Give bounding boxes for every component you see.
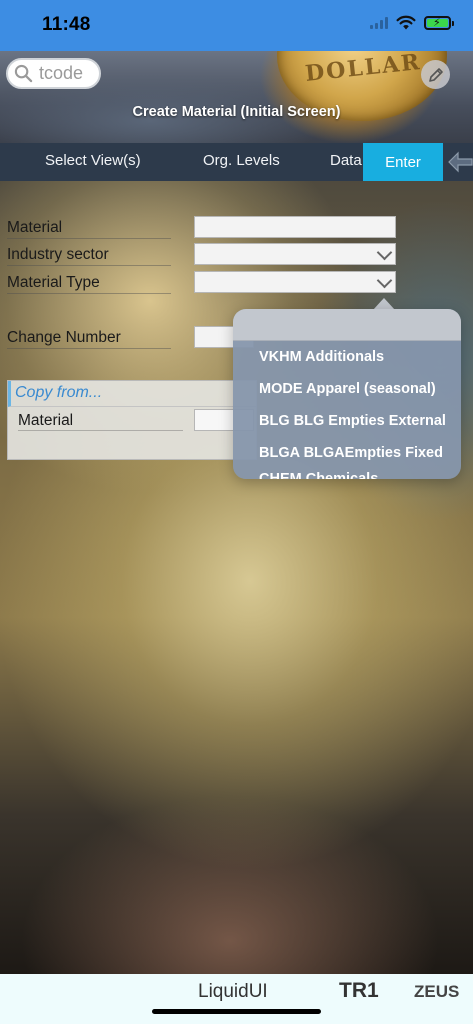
dropdown-header (233, 309, 461, 341)
dropdown-item[interactable]: VKHM Additionals (233, 341, 461, 373)
dropdown-item[interactable]: BLGA BLGAEmpties Fixed (233, 437, 461, 469)
status-time: 11:48 (42, 14, 91, 35)
tcode-input[interactable] (39, 63, 97, 84)
footer-bar: LiquidUI TR1 ZEUS (0, 974, 473, 1024)
copy-from-title: Copy from... (8, 381, 256, 407)
material-type-dropdown[interactable]: VKHM Additionals MODE Apparel (seasonal)… (233, 309, 461, 479)
dropdown-item[interactable]: MODE Apparel (seasonal) (233, 373, 461, 405)
header-banner: DOLLAR Create Material (Initial Screen) (0, 51, 473, 143)
pencil-icon (428, 67, 443, 82)
home-indicator[interactable] (152, 1009, 321, 1014)
footer-app-name: LiquidUI (198, 981, 268, 1002)
status-icons: ⚡ (370, 15, 454, 30)
page-title: Create Material (Initial Screen) (132, 104, 341, 120)
back-arrow-icon[interactable] (446, 151, 473, 173)
industry-sector-select[interactable] (194, 243, 396, 265)
wifi-icon (396, 15, 416, 30)
battery-icon: ⚡ (424, 15, 454, 30)
dropdown-item[interactable]: CHEM Chemicals (233, 469, 461, 479)
industry-sector-label: Industry sector (7, 246, 171, 266)
cellular-signal-icon (370, 16, 388, 29)
change-number-label: Change Number (7, 329, 171, 349)
footer-server-name: ZEUS (414, 982, 460, 1001)
copy-from-group: Copy from... Material (7, 380, 257, 460)
org-levels-button[interactable]: Org. Levels (203, 152, 280, 169)
main-area: Material Industry sector Material Type C… (0, 181, 473, 974)
material-field[interactable] (194, 216, 396, 238)
tcode-search-box[interactable] (6, 58, 101, 89)
material-type-label: Material Type (7, 274, 171, 294)
material-type-select[interactable] (194, 271, 396, 293)
footer-system-id: TR1 (339, 979, 379, 1002)
select-views-button[interactable]: Select View(s) (45, 152, 141, 169)
enter-button[interactable]: Enter (363, 143, 443, 181)
edit-button[interactable] (421, 60, 450, 89)
toolbar: Select View(s) Org. Levels Data Enter (0, 143, 473, 181)
status-bar: 11:48 ⚡ (0, 0, 473, 51)
search-icon (14, 64, 33, 83)
data-button[interactable]: Data (330, 152, 362, 169)
material-label: Material (7, 219, 171, 239)
copy-material-label: Material (18, 412, 183, 431)
dropdown-item[interactable]: BLG BLG Empties External (233, 405, 461, 437)
